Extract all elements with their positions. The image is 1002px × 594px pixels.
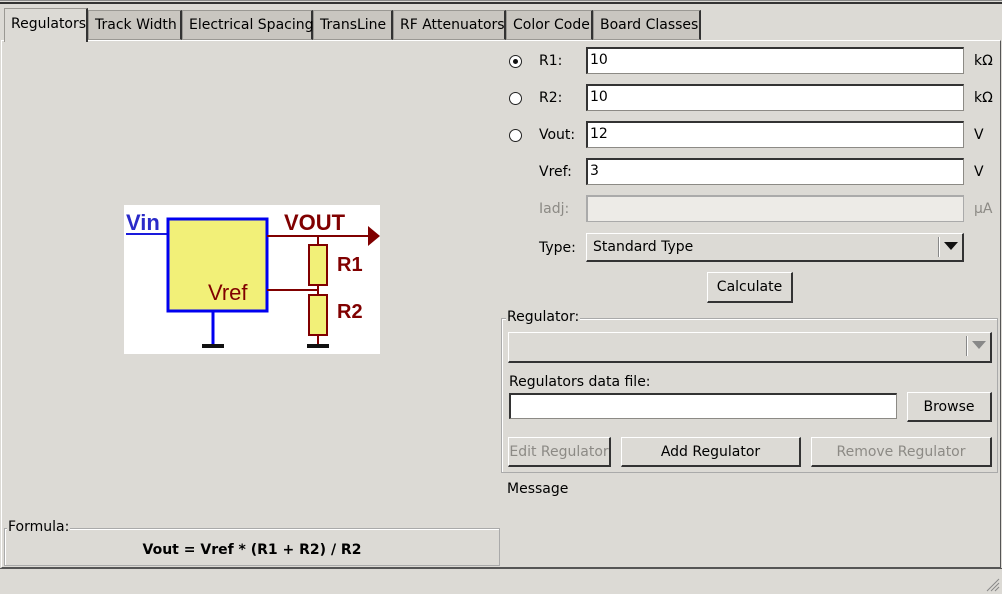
- browse-button[interactable]: Browse: [907, 392, 992, 422]
- tab-label: Board Classes: [600, 17, 699, 33]
- tab-regulators[interactable]: Regulators: [4, 8, 88, 42]
- vin-label: Vin: [126, 210, 160, 235]
- tab-track-width[interactable]: Track Width: [88, 10, 182, 40]
- calculate-button[interactable]: Calculate: [707, 272, 793, 303]
- status-bar: [0, 568, 1002, 594]
- vref-unit: V: [974, 164, 984, 180]
- edit-regulator-button: Edit Regulator: [508, 437, 611, 467]
- iadj-input: [586, 195, 964, 222]
- resistor-r2: [308, 294, 328, 336]
- chevron-down-icon: [972, 341, 986, 349]
- r2-input[interactable]: 10: [586, 84, 964, 111]
- regulator-group-title: Regulator:: [506, 309, 581, 325]
- r2-radio[interactable]: [509, 92, 522, 105]
- tab-transline[interactable]: TransLine: [313, 10, 393, 40]
- data-file-input[interactable]: [509, 393, 897, 419]
- r1-label: R1:: [539, 53, 563, 69]
- r1-input[interactable]: 10: [586, 47, 964, 74]
- remove-regulator-button: Remove Regulator: [811, 437, 992, 467]
- type-value: Standard Type: [593, 239, 694, 255]
- chevron-down-icon: [944, 242, 958, 250]
- vout-unit: V: [974, 127, 984, 143]
- tab-rf-attenuators[interactable]: RF Attenuators: [393, 10, 506, 40]
- regulator-schematic: Vin VOUT Vref R1 R2: [124, 205, 380, 354]
- r1-unit: kΩ: [974, 53, 993, 69]
- vout-label: Vout:: [539, 127, 576, 143]
- tab-label: Regulators: [11, 16, 87, 32]
- formula-text: Vout = Vref * (R1 + R2) / R2: [142, 542, 362, 558]
- formula-title: Formula:: [7, 519, 71, 535]
- tab-color-code[interactable]: Color Code: [506, 10, 593, 40]
- vout-radio[interactable]: [509, 129, 522, 142]
- tab-label: Electrical Spacing: [189, 17, 314, 33]
- r1-radio[interactable]: [509, 55, 522, 68]
- data-file-label: Regulators data file:: [509, 374, 651, 390]
- tab-label: Color Code: [513, 17, 590, 33]
- window-top-border: [0, 0, 1002, 4]
- vref-label: Vref: [208, 280, 248, 305]
- type-select[interactable]: Standard Type: [586, 233, 964, 262]
- r1-label: R1: [337, 254, 363, 276]
- iadj-unit: µA: [974, 201, 993, 217]
- resistor-r1: [308, 244, 328, 286]
- message-text: Message: [507, 481, 569, 497]
- r2-unit: kΩ: [974, 90, 993, 106]
- tab-board-classes[interactable]: Board Classes: [593, 10, 701, 40]
- tab-electrical-spacing[interactable]: Electrical Spacing: [182, 10, 314, 40]
- add-regulator-button[interactable]: Add Regulator: [621, 437, 801, 467]
- vref-input[interactable]: 3: [586, 158, 964, 185]
- r2-label: R2: [337, 301, 363, 323]
- vout-label: VOUT: [284, 210, 346, 235]
- tab-label: Track Width: [95, 17, 177, 33]
- type-label: Type:: [539, 240, 576, 256]
- iadj-label: Iadj:: [539, 201, 570, 217]
- tab-label: RF Attenuators: [400, 17, 505, 33]
- vref-label: Vref:: [539, 164, 572, 180]
- regulator-select[interactable]: [508, 332, 992, 363]
- resize-grip-icon[interactable]: [984, 576, 1000, 592]
- tab-label: TransLine: [320, 17, 387, 33]
- vout-input[interactable]: 12: [586, 121, 964, 148]
- r2-label: R2:: [539, 90, 563, 106]
